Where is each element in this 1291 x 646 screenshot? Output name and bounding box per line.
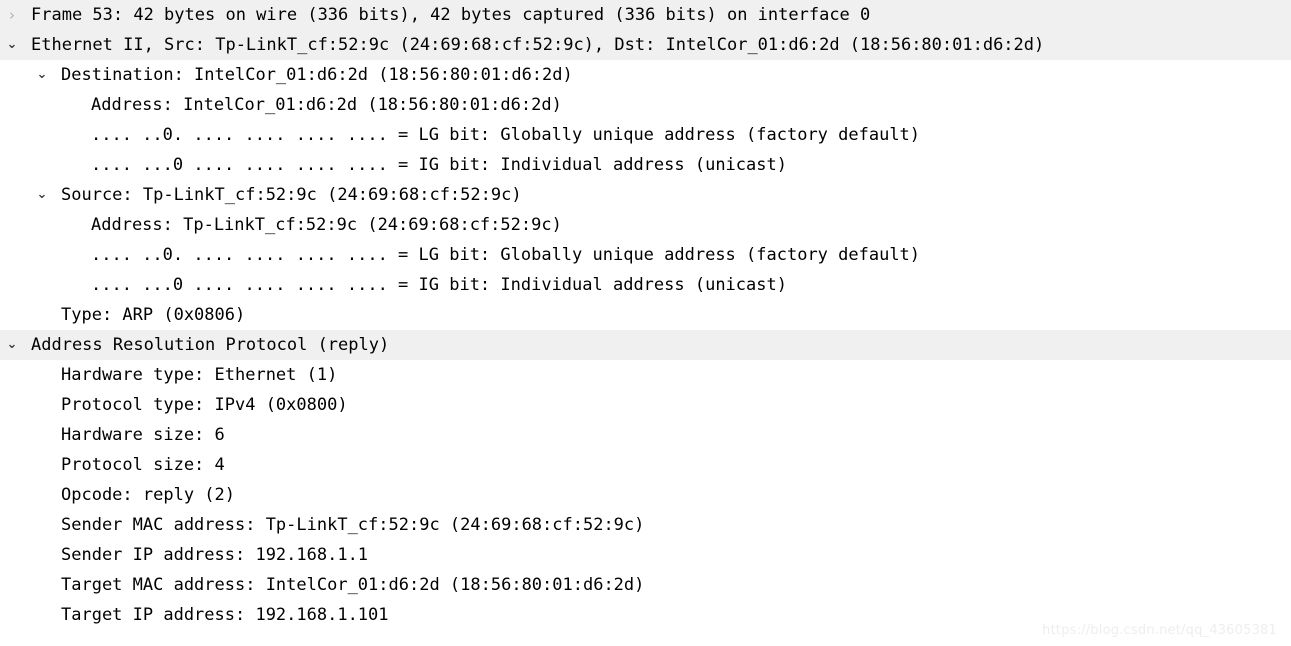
detail-row-destination-ig-bit[interactable]: .... ...0 .... .... .... .... = IG bit: … — [0, 150, 1291, 180]
detail-row-label: .... ..0. .... .... .... .... = LG bit: … — [91, 245, 921, 265]
detail-row-label: Sender MAC address: Tp-LinkT_cf:52:9c (2… — [61, 515, 645, 535]
detail-row-label: .... ..0. .... .... .... .... = LG bit: … — [91, 125, 921, 145]
detail-row-label: Destination: IntelCor_01:d6:2d (18:56:80… — [61, 65, 573, 85]
detail-row-destination-address[interactable]: Address: IntelCor_01:d6:2d (18:56:80:01:… — [0, 90, 1291, 120]
detail-row-label: Address: Tp-LinkT_cf:52:9c (24:69:68:cf:… — [91, 215, 562, 235]
detail-row-ethertype[interactable]: Type: ARP (0x0806) — [0, 300, 1291, 330]
detail-row-arp[interactable]: ⌄ Address Resolution Protocol (reply) — [0, 330, 1291, 360]
detail-row-label: Frame 53: 42 bytes on wire (336 bits), 4… — [31, 5, 871, 25]
detail-row-label: Hardware size: 6 — [61, 425, 225, 445]
detail-row-source-address[interactable]: Address: Tp-LinkT_cf:52:9c (24:69:68:cf:… — [0, 210, 1291, 240]
detail-row-label: .... ...0 .... .... .... .... = IG bit: … — [91, 275, 787, 295]
detail-row-arp-protocol-type[interactable]: Protocol type: IPv4 (0x0800) — [0, 390, 1291, 420]
detail-row-arp-hardware-size[interactable]: Hardware size: 6 — [0, 420, 1291, 450]
detail-row-label: Protocol type: IPv4 (0x0800) — [61, 395, 348, 415]
detail-row-label: Address Resolution Protocol (reply) — [31, 335, 390, 355]
detail-row-destination[interactable]: ⌄ Destination: IntelCor_01:d6:2d (18:56:8… — [0, 60, 1291, 90]
detail-row-label: Target MAC address: IntelCor_01:d6:2d (1… — [61, 575, 645, 595]
detail-row-source-lg-bit[interactable]: .... ..0. .... .... .... .... = LG bit: … — [0, 240, 1291, 270]
watermark: https://blog.csdn.net/qq_43605381 — [1042, 623, 1277, 638]
detail-row-label: Opcode: reply (2) — [61, 485, 235, 505]
chevron-down-icon[interactable]: ⌄ — [33, 60, 51, 90]
detail-row-arp-opcode[interactable]: Opcode: reply (2) — [0, 480, 1291, 510]
detail-row-label: Hardware type: Ethernet (1) — [61, 365, 338, 385]
detail-row-arp-sender-ip[interactable]: Sender IP address: 192.168.1.1 — [0, 540, 1291, 570]
detail-row-label: Protocol size: 4 — [61, 455, 225, 475]
detail-row-arp-protocol-size[interactable]: Protocol size: 4 — [0, 450, 1291, 480]
detail-row-label: Type: ARP (0x0806) — [61, 305, 246, 325]
detail-row-label: Ethernet II, Src: Tp-LinkT_cf:52:9c (24:… — [31, 35, 1045, 55]
packet-detail-tree: › Frame 53: 42 bytes on wire (336 bits), … — [0, 0, 1291, 630]
chevron-down-icon[interactable]: ⌄ — [3, 330, 21, 360]
detail-row-source-ig-bit[interactable]: .... ...0 .... .... .... .... = IG bit: … — [0, 270, 1291, 300]
detail-row-label: Sender IP address: 192.168.1.1 — [61, 545, 369, 565]
detail-row-label: Address: IntelCor_01:d6:2d (18:56:80:01:… — [91, 95, 562, 115]
detail-row-arp-sender-mac[interactable]: Sender MAC address: Tp-LinkT_cf:52:9c (2… — [0, 510, 1291, 540]
detail-row-arp-target-mac[interactable]: Target MAC address: IntelCor_01:d6:2d (1… — [0, 570, 1291, 600]
detail-row-label: .... ...0 .... .... .... .... = IG bit: … — [91, 155, 787, 175]
chevron-down-icon[interactable]: ⌄ — [33, 180, 51, 210]
detail-row-arp-hardware-type[interactable]: Hardware type: Ethernet (1) — [0, 360, 1291, 390]
detail-row-label: Source: Tp-LinkT_cf:52:9c (24:69:68:cf:5… — [61, 185, 522, 205]
packet-details-pane: › Frame 53: 42 bytes on wire (336 bits), … — [0, 0, 1291, 646]
detail-row-label: Target IP address: 192.168.1.101 — [61, 605, 389, 625]
detail-row-source[interactable]: ⌄ Source: Tp-LinkT_cf:52:9c (24:69:68:cf:… — [0, 180, 1291, 210]
chevron-right-icon[interactable]: › — [3, 0, 21, 30]
detail-row-frame[interactable]: › Frame 53: 42 bytes on wire (336 bits), … — [0, 0, 1291, 30]
detail-row-ethernet[interactable]: ⌄ Ethernet II, Src: Tp-LinkT_cf:52:9c (24… — [0, 30, 1291, 60]
chevron-down-icon[interactable]: ⌄ — [3, 30, 21, 60]
detail-row-destination-lg-bit[interactable]: .... ..0. .... .... .... .... = LG bit: … — [0, 120, 1291, 150]
